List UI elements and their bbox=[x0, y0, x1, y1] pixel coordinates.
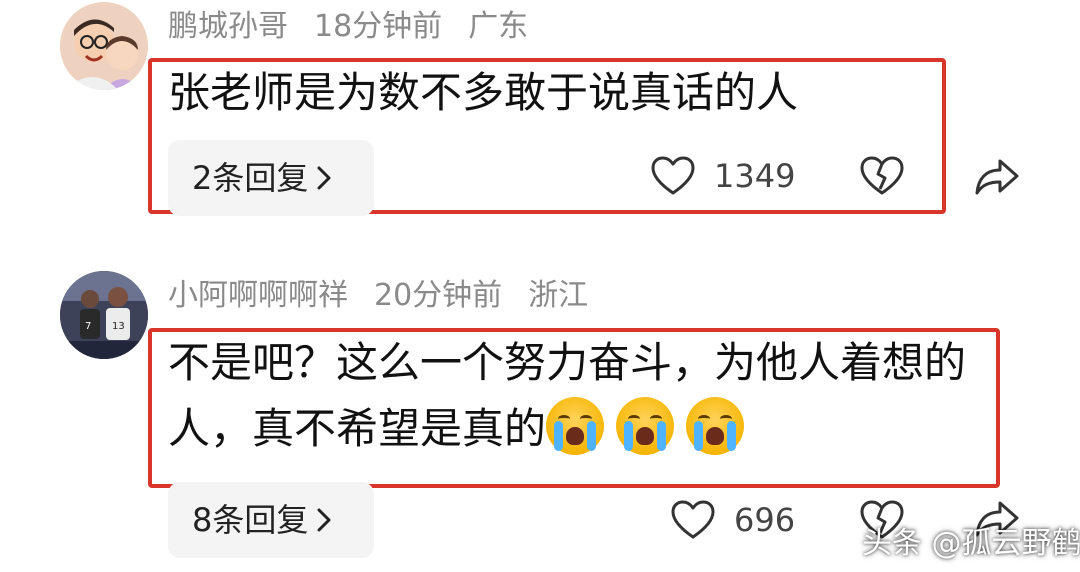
username[interactable]: 小阿啊啊啊祥 bbox=[168, 278, 348, 313]
comment-item: 鹏城孙哥 18分钟前 广东 张老师是为数不多敢于说真话的人 2条回复 1349 bbox=[0, 0, 1080, 240]
reply-label: 8条回复 bbox=[192, 501, 309, 539]
comment-meta: 鹏城孙哥 18分钟前 广东 bbox=[168, 2, 554, 52]
username[interactable]: 鹏城孙哥 bbox=[168, 9, 288, 44]
view-replies-button[interactable]: 2条回复 bbox=[168, 140, 374, 216]
chevron-right-icon bbox=[316, 484, 332, 560]
comment-time: 18分钟前 bbox=[314, 9, 443, 44]
comment-text: 张老师是为数不多敢于说真话的人 bbox=[168, 68, 799, 117]
svg-text:7: 7 bbox=[85, 321, 91, 332]
view-replies-button[interactable]: 8条回复 bbox=[168, 482, 374, 558]
like-heart-icon[interactable] bbox=[651, 156, 695, 200]
watermark: 头条 @孤云野鹤 bbox=[862, 526, 1080, 561]
comment-location: 浙江 bbox=[528, 278, 589, 313]
user-avatar[interactable]: 7 13 bbox=[60, 271, 148, 359]
share-icon[interactable] bbox=[974, 158, 1020, 200]
like-count: 1349 bbox=[714, 157, 796, 195]
comment-meta: 小阿啊啊啊祥 20分钟前 浙江 bbox=[168, 271, 614, 321]
chevron-right-icon bbox=[316, 142, 332, 218]
dislike-broken-heart-icon[interactable] bbox=[860, 156, 904, 200]
like-count: 696 bbox=[734, 501, 796, 539]
user-avatar[interactable] bbox=[60, 2, 148, 90]
comment-time: 20分钟前 bbox=[374, 278, 503, 313]
svg-text:13: 13 bbox=[112, 321, 125, 332]
comment-text: 不是吧？这么一个努力奋斗，为他人着想的人，真不希望是真的 bbox=[168, 330, 988, 462]
crying-face-emoji bbox=[546, 397, 605, 455]
crying-face-emoji bbox=[616, 397, 675, 455]
comment-location: 广东 bbox=[468, 9, 529, 44]
reply-label: 2条回复 bbox=[192, 159, 309, 197]
like-heart-icon[interactable] bbox=[671, 500, 715, 544]
crying-face-emoji bbox=[686, 397, 745, 455]
